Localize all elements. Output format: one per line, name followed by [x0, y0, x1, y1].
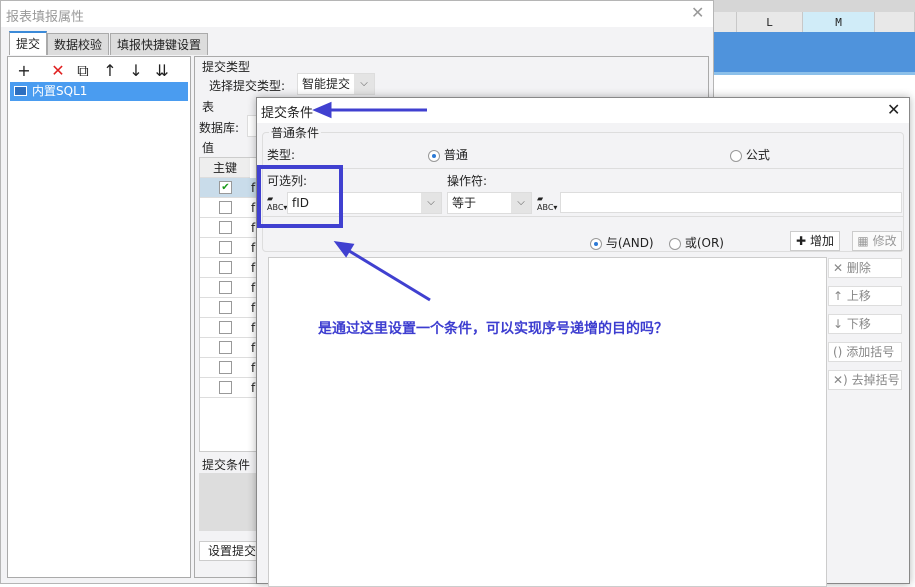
- annotation-arrows: [312, 101, 431, 302]
- arrow-to-box: [345, 247, 431, 302]
- arrow-head: [312, 101, 332, 119]
- arrow-head: [333, 241, 355, 258]
- annotation-question: 是通过这里设置一个条件，可以实现序号递增的目的吗？: [318, 321, 668, 337]
